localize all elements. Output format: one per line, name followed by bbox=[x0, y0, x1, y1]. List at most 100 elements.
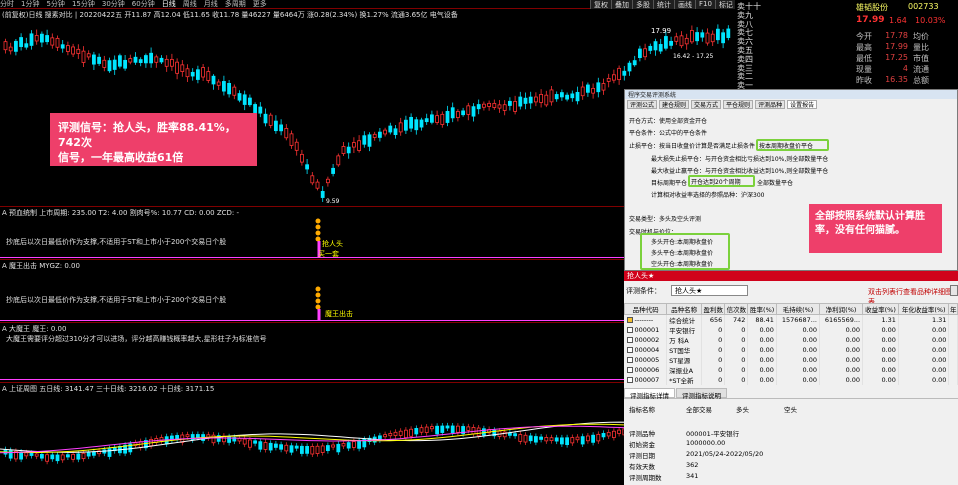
column-header[interactable]: 收益率(%) bbox=[862, 303, 899, 315]
quote-value: 4 bbox=[902, 64, 908, 73]
candle-body bbox=[107, 60, 112, 72]
detail-key: 评测品种 bbox=[629, 430, 655, 438]
candle-body bbox=[606, 431, 611, 437]
table-row[interactable]: 000002 万 科A 0 0 0.00 0.00 0.00 0.00 0.00 bbox=[624, 335, 958, 345]
callout-line-1: 全部按照系统默认计算胜 bbox=[815, 211, 925, 222]
table-cell: 0.00 bbox=[819, 345, 864, 355]
table-row[interactable]: -------- 综合统计 656 742 88.41 1576687... 6165569… bbox=[624, 314, 958, 325]
promo-line-2: 信号，一年最高收益61倍 bbox=[58, 151, 184, 164]
table-row[interactable]: 000007 *ST全新 0 0 0.00 0.00 0.00 0.00 0.00 bbox=[624, 375, 958, 385]
tool-button-2[interactable]: 多股 bbox=[632, 0, 653, 9]
candle-body bbox=[481, 103, 486, 108]
column-header[interactable]: 净利润(%) bbox=[818, 303, 864, 315]
candle-body bbox=[549, 89, 554, 103]
dialog-tab-5[interactable]: 设置报告 bbox=[787, 100, 818, 109]
column-header[interactable]: 品种名称 bbox=[666, 303, 703, 315]
dialog-tab-1[interactable]: 建仓规则 bbox=[659, 100, 690, 109]
table-cell: 0.00 bbox=[776, 375, 821, 385]
column-header[interactable]: 年化收益率(%) bbox=[897, 303, 950, 315]
candle-body bbox=[346, 146, 351, 154]
candle-body bbox=[315, 445, 320, 454]
dialog-tab-3[interactable]: 平仓规则 bbox=[723, 100, 754, 109]
column-header[interactable]: 年 bbox=[948, 303, 958, 315]
column-header[interactable]: 盈利数 bbox=[701, 303, 726, 315]
candle-body bbox=[190, 434, 195, 441]
row-checkbox[interactable] bbox=[626, 327, 633, 333]
results-title: 抢人头★ bbox=[624, 271, 958, 281]
panel4-legend: A 上证周图 五日线: 3141.47 三十日线: 3216.02 十日线: 3… bbox=[2, 385, 215, 393]
period-tab-0[interactable]: 分时 bbox=[0, 0, 14, 9]
table-cell: 0 bbox=[724, 375, 749, 385]
candle-body bbox=[86, 53, 91, 58]
table-cell: ST星源 bbox=[666, 355, 703, 365]
period-tab-7[interactable]: 周线 bbox=[183, 0, 197, 9]
candle-body bbox=[710, 33, 715, 43]
candle-body bbox=[294, 141, 299, 151]
candle-body bbox=[305, 164, 310, 170]
table-row[interactable]: 000001 平安银行 0 0 0.00 0.00 0.00 0.00 0.00 bbox=[624, 325, 958, 335]
tool-button-5[interactable]: F10 bbox=[695, 0, 715, 9]
tool-button-6[interactable]: 标记 bbox=[714, 0, 736, 9]
candle-body bbox=[3, 41, 8, 51]
candle-body bbox=[284, 444, 289, 452]
quote-row: 最高 17.99 量比 bbox=[856, 42, 956, 53]
column-header[interactable]: 信次数 bbox=[724, 303, 749, 315]
row-checkbox[interactable] bbox=[626, 357, 633, 363]
dialog-tab-2[interactable]: 交易方式 bbox=[691, 100, 722, 109]
row-checkbox[interactable] bbox=[626, 377, 633, 383]
period-tab-8[interactable]: 月线 bbox=[204, 0, 218, 9]
table-row[interactable]: 000006 深振业A 0 0 0.00 0.00 0.00 0.00 0.00 bbox=[624, 365, 958, 375]
candle-body bbox=[76, 453, 81, 460]
candle-body bbox=[492, 103, 497, 108]
panel-button[interactable] bbox=[950, 285, 958, 296]
candle-body bbox=[523, 434, 528, 443]
tool-button-4[interactable]: 画线 bbox=[674, 0, 695, 9]
table-cell: 0.00 bbox=[776, 325, 821, 335]
detail-key: 初始资金 bbox=[629, 441, 655, 449]
row-checkbox[interactable] bbox=[626, 317, 633, 323]
table-row[interactable]: 000005 ST星源 0 0 0.00 0.00 0.00 0.00 0.00 bbox=[624, 355, 958, 365]
quote-row: 今开 17.78 均价 bbox=[856, 31, 956, 42]
table-cell: 0.00 bbox=[898, 335, 950, 345]
column-header[interactable]: 品种代码 bbox=[623, 303, 668, 315]
table-cell: 0.00 bbox=[862, 365, 899, 375]
table-row[interactable]: 000004 ST国华 0 0 0.00 0.00 0.00 0.00 0.00 bbox=[624, 345, 958, 355]
tool-button-1[interactable]: 叠加 bbox=[611, 0, 632, 9]
candle-body bbox=[253, 440, 258, 444]
column-header[interactable]: 毛持续(%) bbox=[775, 303, 821, 315]
condition-select[interactable]: 抢人头★ bbox=[671, 285, 748, 296]
period-tab-9[interactable]: 多周期 bbox=[225, 0, 246, 9]
candle-body bbox=[591, 87, 595, 94]
table-cell: 0.00 bbox=[747, 365, 777, 375]
detail-tab-1[interactable]: 评测指标说明 bbox=[676, 388, 727, 400]
period-tab-5[interactable]: 60分钟 bbox=[132, 0, 155, 9]
period-tab-1[interactable]: 1分钟 bbox=[21, 0, 39, 9]
period-tab-6[interactable]: 日线 bbox=[162, 0, 176, 9]
period-tab-10[interactable]: 更多 bbox=[253, 0, 267, 9]
dialog-line: 计算相对收益率选择的参照品种：沪深300 bbox=[651, 192, 765, 199]
table-cell: 0 bbox=[724, 365, 749, 375]
candle-body bbox=[664, 36, 668, 49]
candle-body bbox=[195, 69, 200, 80]
candle-body bbox=[258, 441, 263, 450]
row-checkbox[interactable] bbox=[626, 337, 633, 343]
candle-body bbox=[383, 129, 388, 135]
period-tab-4[interactable]: 30分钟 bbox=[102, 0, 125, 9]
candle-body bbox=[409, 116, 414, 129]
candle-body bbox=[435, 115, 440, 123]
candle-body bbox=[565, 94, 569, 100]
detail-tab-0[interactable]: 评测指标详情 bbox=[624, 388, 675, 400]
table-cell: 0 bbox=[701, 345, 726, 355]
table-cell: 000004 bbox=[624, 345, 668, 355]
period-tab-2[interactable]: 5分钟 bbox=[46, 0, 64, 9]
tool-button-0[interactable]: 复权 bbox=[590, 0, 611, 9]
row-checkbox[interactable] bbox=[626, 367, 633, 373]
dialog-tab-4[interactable]: 评测品种 bbox=[755, 100, 786, 109]
dialog-tab-0[interactable]: 评测公式 bbox=[627, 100, 658, 109]
candle-body bbox=[403, 119, 408, 131]
tool-button-3[interactable]: 统计 bbox=[653, 0, 674, 9]
timing-item: 多头开仓:本周期收盘价 bbox=[651, 239, 714, 246]
column-header[interactable]: 胜率(%) bbox=[747, 303, 777, 315]
row-checkbox[interactable] bbox=[626, 347, 633, 353]
period-tab-3[interactable]: 15分钟 bbox=[72, 0, 95, 9]
